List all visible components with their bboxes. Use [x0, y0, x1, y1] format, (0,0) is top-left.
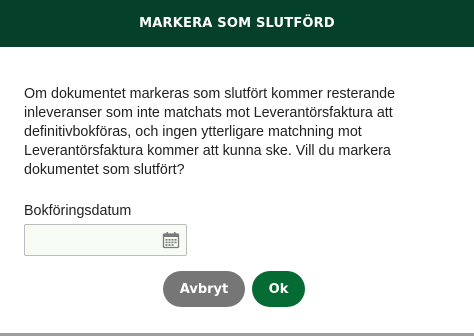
dialog-actions: Avbryt Ok: [163, 271, 305, 307]
posting-date-field: [24, 224, 187, 256]
calendar-icon[interactable]: [162, 231, 180, 249]
dialog-header: MARKERA SOM SLUTFÖRD: [0, 0, 474, 47]
mark-complete-dialog: MARKERA SOM SLUTFÖRD Om dokumentet marke…: [0, 0, 474, 336]
ok-button[interactable]: Ok: [252, 271, 305, 307]
dialog-title: MARKERA SOM SLUTFÖRD: [139, 16, 335, 31]
posting-date-label: Bokföringsdatum: [24, 203, 132, 219]
dialog-message: Om dokumentet markeras som slutfört komm…: [24, 86, 396, 178]
cancel-button[interactable]: Avbryt: [163, 271, 245, 307]
dialog-body: Om dokumentet markeras som slutfört komm…: [0, 47, 474, 256]
